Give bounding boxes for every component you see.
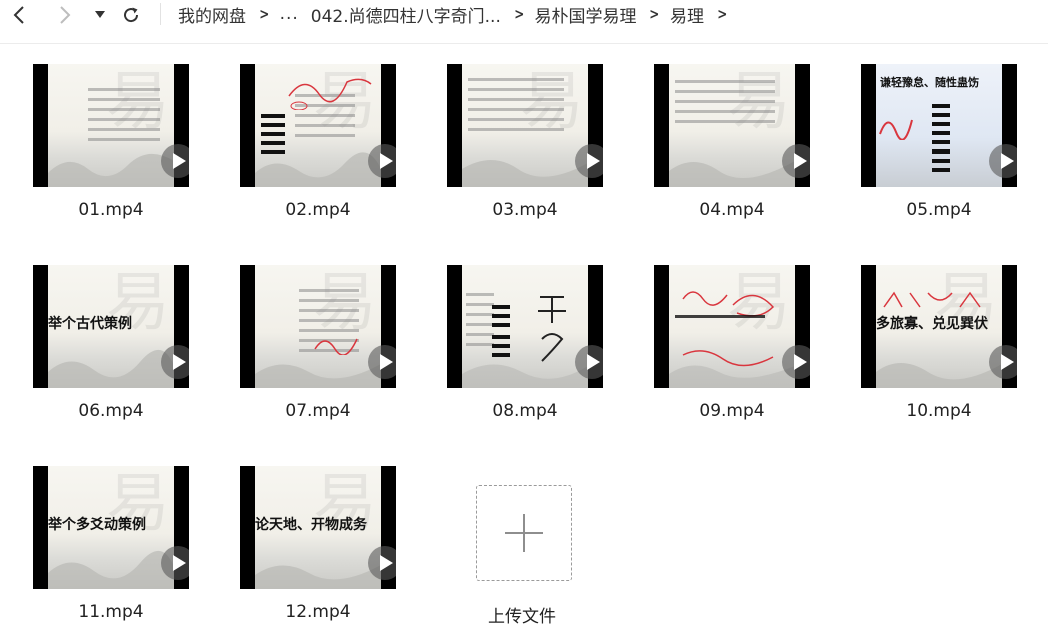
file-tile[interactable]: 易 07.mp4 [223, 265, 403, 435]
video-thumbnail: 易 举个多爻动策例 [33, 466, 189, 589]
play-icon [368, 144, 396, 178]
file-name: 07.mp4 [285, 401, 351, 421]
video-thumbnail: 易 [654, 265, 810, 388]
file-tile[interactable]: 易 多旅寡、兑见巽伏 10.mp4 [844, 265, 1024, 435]
video-thumbnail: 易 [447, 64, 603, 187]
file-tile[interactable]: 易 01.mp4 [16, 64, 196, 234]
forward-button[interactable] [52, 2, 78, 28]
refresh-icon [124, 7, 139, 23]
history-dropdown-button[interactable] [87, 2, 113, 28]
play-icon [575, 345, 603, 379]
video-thumbnail: 易 [240, 265, 396, 388]
chevron-right-icon [60, 6, 71, 24]
upload-file-label: 上传文件 [488, 607, 556, 627]
play-icon [575, 144, 603, 178]
file-name: 03.mp4 [492, 200, 558, 220]
slide-title: 谦轻豫怠、随性蛊饬 [880, 76, 979, 89]
file-name: 08.mp4 [492, 401, 558, 421]
file-tile[interactable]: 08.mp4 [430, 265, 610, 435]
refresh-button[interactable] [118, 2, 144, 28]
video-thumbnail: 易 举个古代策例 [33, 265, 189, 388]
file-tile[interactable]: 谦轻豫怠、随性蛊饬 05.mp4 [844, 64, 1024, 234]
file-name: 01.mp4 [78, 200, 144, 220]
file-name: 10.mp4 [906, 401, 972, 421]
toolbar-divider [160, 3, 161, 25]
play-icon [368, 546, 396, 580]
file-tile[interactable]: 易 09.mp4 [637, 265, 817, 435]
file-name: 04.mp4 [699, 200, 765, 220]
slide-title: 举个多爻动策例 [48, 517, 146, 533]
breadcrumb: 我的网盘 > ... 042.尚德四柱八字奇门... > 易朴国学易理 > 易理… [178, 1, 738, 27]
upload-file-button[interactable] [476, 485, 572, 581]
play-icon [782, 345, 810, 379]
play-icon [989, 144, 1017, 178]
play-icon [368, 345, 396, 379]
back-button[interactable] [6, 2, 32, 28]
file-name: 06.mp4 [78, 401, 144, 421]
chevron-left-icon [13, 6, 24, 24]
file-tile[interactable]: 易 03.mp4 [430, 64, 610, 234]
breadcrumb-item-yipu[interactable]: 易朴国学易理 [534, 2, 636, 27]
breadcrumb-separator: > [717, 5, 728, 23]
video-thumbnail [447, 265, 603, 388]
file-tile[interactable]: 易 02.mp4 [223, 64, 403, 234]
top-toolbar: 我的网盘 > ... 042.尚德四柱八字奇门... > 易朴国学易理 > 易理… [0, 0, 1048, 44]
play-icon [161, 546, 189, 580]
play-icon [989, 345, 1017, 379]
upload-file-tile[interactable]: 上传文件 [427, 466, 617, 636]
breadcrumb-item-course[interactable]: 042.尚德四柱八字奇门... [311, 2, 501, 27]
breadcrumb-separator: > [649, 5, 660, 23]
file-name: 12.mp4 [285, 602, 351, 622]
video-thumbnail: 易 [240, 64, 396, 187]
play-icon [161, 144, 189, 178]
video-thumbnail: 谦轻豫怠、随性蛊饬 [861, 64, 1017, 187]
video-thumbnail: 易 [654, 64, 810, 187]
breadcrumb-item-current[interactable]: 易理 [670, 2, 704, 27]
file-tile[interactable]: 易 举个古代策例 06.mp4 [16, 265, 196, 435]
slide-title: 多旅寡、兑见巽伏 [876, 316, 988, 332]
video-thumbnail: 易 [33, 64, 189, 187]
file-tile[interactable]: 易 04.mp4 [637, 64, 817, 234]
caret-down-icon [95, 11, 105, 18]
slide-title: 举个古代策例 [48, 316, 132, 332]
file-name: 11.mp4 [78, 602, 144, 622]
video-thumbnail: 易 论天地、开物成务 [240, 466, 396, 589]
slide-title: 论天地、开物成务 [255, 517, 367, 533]
breadcrumb-item-root[interactable]: 我的网盘 [178, 2, 246, 27]
play-icon [161, 345, 189, 379]
file-tile[interactable]: 易 论天地、开物成务 12.mp4 [223, 466, 403, 636]
video-thumbnail: 易 多旅寡、兑见巽伏 [861, 265, 1017, 388]
file-name: 02.mp4 [285, 200, 351, 220]
breadcrumb-ellipsis[interactable]: ... [280, 4, 299, 24]
play-icon [782, 144, 810, 178]
breadcrumb-separator: > [259, 5, 270, 23]
breadcrumb-separator: > [514, 5, 525, 23]
file-tile[interactable]: 易 举个多爻动策例 11.mp4 [16, 466, 196, 636]
file-name: 09.mp4 [699, 401, 765, 421]
file-name: 05.mp4 [906, 200, 972, 220]
